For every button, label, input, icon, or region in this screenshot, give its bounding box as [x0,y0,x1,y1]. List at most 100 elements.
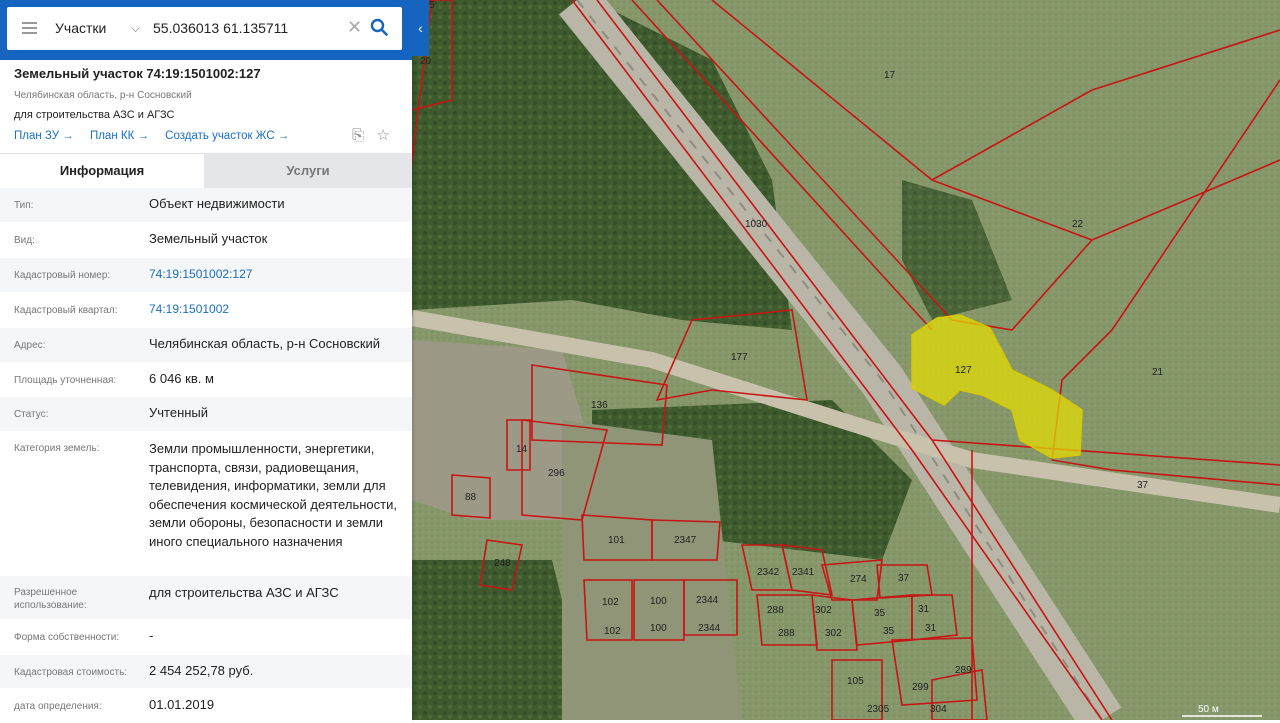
info-label: Категория земель: [14,443,100,454]
plot-label: 248 [494,558,511,569]
info-value: 01.01.2019 [149,697,215,712]
plot-label: 37 [1137,480,1149,491]
info-row: Адрес: Челябинская область, р-н Сосновски… [0,328,412,363]
plot-label: 5 [429,0,435,11]
menu-icon[interactable] [22,22,37,34]
info-row: дата определения: 01.01.2019 [0,689,412,723]
info-value: для строительства АЗС и АГЗС [149,585,339,600]
search-icon[interactable] [370,18,388,36]
plot-label: 288 [778,628,795,639]
plot-label: 105 [847,676,864,687]
search-box: Участки ⌵ ✕ [7,7,402,50]
chevron-down-icon[interactable]: ⌵ [131,21,140,36]
info-value: Земли промышленности, энергетики, трансп… [149,441,397,549]
plot-label: 296 [548,468,565,479]
info-row: Кадастровая стоимость: 2 454 252,78 руб. [0,655,412,689]
plot-label: 302 [815,605,832,616]
object-title: Земельный участок 74:19:1501002:127 [14,66,261,81]
plot-label: 35 [874,608,886,619]
plan-kk-link[interactable]: План КК → [90,130,149,142]
search-input[interactable] [153,15,338,41]
plot-label: 2305 [867,704,890,715]
info-value: - [149,628,154,643]
info-value: Земельный участок [149,231,268,246]
search-bar: Участки ⌵ ✕ [0,0,412,60]
tab-info[interactable]: Информация [0,154,204,188]
plot-label: 100 [650,596,667,607]
plot-label: 21 [1152,367,1164,378]
plot-label: 2344 [698,623,721,634]
plot-label: 304 [930,704,947,715]
plot-label: 127 [955,365,972,376]
plan-zu-link[interactable]: План ЗУ → [14,130,74,142]
plot-label: 288 [767,605,784,616]
plot-label: 136 [591,400,608,411]
info-label: Вид: [14,235,35,246]
plot-label: 2341 [792,567,815,578]
plot-label: 14 [516,444,528,455]
info-label: Кадастровый квартал: [14,305,118,316]
info-label: Адрес: [14,340,46,351]
plot-label: 274 [850,574,867,585]
plot-label: 2344 [696,595,719,606]
document-search-icon[interactable]: ⎘ [352,127,364,144]
object-purpose: для строительства АЗС и АГЗС [14,109,175,121]
info-row: Вид: Земельный участок [0,223,412,258]
object-header: Земельный участок 74:19:1501002:127 Челя… [14,66,404,145]
plot-label: 22 [1072,219,1084,230]
tab-services[interactable]: Услуги [204,154,412,188]
info-panel: Участки ⌵ ✕ Земельный участок 74:19:1501… [0,0,412,723]
plot-label: 100 [650,623,667,634]
info-value: Учтенный [149,405,209,420]
plot-label: 2342 [757,567,780,578]
info-label: Кадастровый номер: [14,270,111,281]
info-row: Площадь уточненная: 6 046 кв. м [0,363,412,397]
info-label: Статус: [14,409,49,420]
plot-label: 102 [602,597,619,608]
info-value: 2 454 252,78 руб. [149,663,254,678]
info-value: Объект недвижимости [149,196,285,211]
info-row: Разрешенное использование: для строительс… [0,576,412,620]
info-value: Челябинская область, р-н Сосновский [149,336,381,351]
info-value-link[interactable]: 74:19:1501002:127 [149,265,401,284]
object-region: Челябинская область, р-н Сосновский [14,90,192,101]
scale-label: 50 м [1198,704,1219,715]
plot-label: 88 [465,492,477,503]
plot-label: 289 [955,665,972,676]
info-row: Тип: Объект недвижимости [0,188,412,223]
info-label: Разрешенное использование: [14,587,87,611]
collapse-panel-button[interactable]: ‹ [412,0,429,56]
tab-bar: Информация Услуги [0,153,412,188]
search-mode-select[interactable]: Участки [55,20,106,36]
star-icon[interactable]: ☆ [377,126,390,144]
info-label: дата определения: [14,701,102,712]
plot-label: 35 [883,626,895,637]
info-row: Форма собственности: - [0,620,412,655]
info-table: Тип: Объект недвижимости Вид: Земельный уча… [0,188,412,723]
info-value-link[interactable]: 74:19:1501002 [149,300,401,319]
info-row: Статус: Учтенный [0,397,412,432]
info-label: Тип: [14,200,34,211]
plot-label: 299 [912,682,929,693]
plot-label: 17 [884,70,896,81]
info-label: Кадастровая стоимость: [14,667,128,678]
info-row: Кадастровый номер: 74:19:1501002:127 [0,258,412,293]
plot-label: 31 [925,623,937,634]
info-value: 6 046 кв. м [149,371,214,386]
map-canvas[interactable]: 17 22 21 1030 177 127 136 37 14 296 88 1… [412,0,1280,720]
plot-label: 2347 [674,535,697,546]
clear-icon[interactable]: ✕ [347,17,362,37]
info-row: Кадастровый квартал: 74:19:1501002 [0,293,412,328]
info-row: Категория земель: Земли промышленности, э… [0,432,412,576]
plot-label: 31 [918,604,930,615]
plot-label: 1030 [745,219,768,230]
plot-label: 177 [731,352,748,363]
plot-label: 302 [825,628,842,639]
plot-label: 102 [604,626,621,637]
cadastral-map[interactable]: 17 22 21 1030 177 127 136 37 14 296 88 1… [412,0,1280,720]
create-zhs-link[interactable]: Создать участок ЖС → [165,130,289,142]
info-label: Форма собственности: [14,632,120,643]
object-actions: ⎘ ☆ [344,126,390,145]
plot-label: 37 [898,573,910,584]
info-label: Площадь уточненная: [14,375,117,386]
